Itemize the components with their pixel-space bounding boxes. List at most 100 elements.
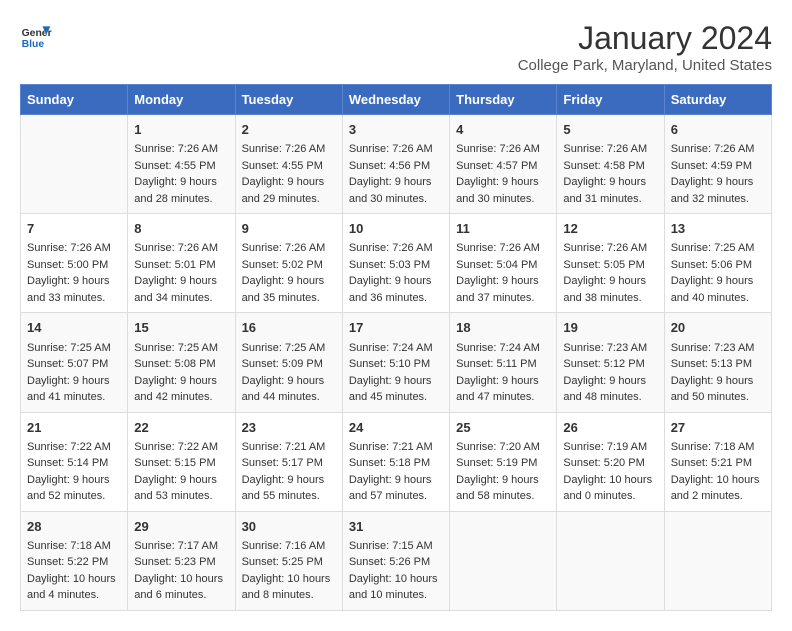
sunset-text: Sunset: 5:00 PM (27, 257, 121, 274)
day-number: 29 (134, 518, 228, 536)
sunrise-text: Sunrise: 7:26 AM (563, 141, 657, 158)
sunset-text: Sunset: 5:05 PM (563, 257, 657, 274)
table-row: 18Sunrise: 7:24 AMSunset: 5:11 PMDayligh… (450, 313, 557, 412)
table-row: 3 Sunrise: 7:26 AMSunset: 4:56 PMDaylight… (342, 115, 449, 214)
day-number: 22 (134, 419, 228, 437)
table-row (664, 511, 771, 610)
daylight-text: Daylight: 9 hours and 58 minutes. (456, 472, 550, 505)
day-info: Sunrise: 7:25 AMSunset: 5:06 PMDaylight:… (671, 240, 765, 306)
sunset-text: Sunset: 5:01 PM (134, 257, 228, 274)
table-row: 26Sunrise: 7:19 AMSunset: 5:20 PMDayligh… (557, 412, 664, 511)
day-number: 13 (671, 220, 765, 238)
day-number: 1 (134, 121, 228, 139)
daylight-text: Daylight: 9 hours and 44 minutes. (242, 373, 336, 406)
daylight-text: Daylight: 9 hours and 34 minutes. (134, 273, 228, 306)
day-info: Sunrise: 7:25 AMSunset: 5:09 PMDaylight:… (242, 340, 336, 406)
svg-text:Blue: Blue (22, 39, 45, 50)
day-info: Sunrise: 7:18 AMSunset: 5:22 PMDaylight:… (27, 538, 121, 604)
daylight-text: Daylight: 9 hours and 29 minutes. (242, 174, 336, 207)
day-info: Sunrise: 7:25 AMSunset: 5:07 PMDaylight:… (27, 340, 121, 406)
sunset-text: Sunset: 5:15 PM (134, 455, 228, 472)
sunrise-text: Sunrise: 7:26 AM (456, 141, 550, 158)
page-title: January 2024 (518, 20, 772, 57)
calendar-week-4: 21Sunrise: 7:22 AMSunset: 5:14 PMDayligh… (21, 412, 772, 511)
sunrise-text: Sunrise: 7:21 AM (349, 439, 443, 456)
day-info: Sunrise: 7:22 AMSunset: 5:15 PMDaylight:… (134, 439, 228, 505)
day-number: 7 (27, 220, 121, 238)
logo-icon: General Blue (20, 20, 52, 52)
table-row (450, 511, 557, 610)
day-number: 15 (134, 319, 228, 337)
calendar-week-2: 7Sunrise: 7:26 AMSunset: 5:00 PMDaylight… (21, 214, 772, 313)
daylight-text: Daylight: 9 hours and 47 minutes. (456, 373, 550, 406)
header: General Blue January 2024 College Park, … (20, 20, 772, 74)
table-row: 8Sunrise: 7:26 AMSunset: 5:01 PMDaylight… (128, 214, 235, 313)
sunset-text: Sunset: 5:22 PM (27, 554, 121, 571)
header-friday: Friday (557, 85, 664, 115)
day-number: 24 (349, 419, 443, 437)
table-row: 14Sunrise: 7:25 AMSunset: 5:07 PMDayligh… (21, 313, 128, 412)
sunrise-text: Sunrise: 7:24 AM (456, 340, 550, 357)
daylight-text: Daylight: 9 hours and 41 minutes. (27, 373, 121, 406)
table-row: 11Sunrise: 7:26 AMSunset: 5:04 PMDayligh… (450, 214, 557, 313)
table-row: 5Sunrise: 7:26 AMSunset: 4:58 PMDaylight… (557, 115, 664, 214)
sunrise-text: Sunrise: 7:20 AM (456, 439, 550, 456)
sunset-text: Sunset: 5:07 PM (27, 356, 121, 373)
sunset-text: Sunset: 5:13 PM (671, 356, 765, 373)
table-row: 17Sunrise: 7:24 AMSunset: 5:10 PMDayligh… (342, 313, 449, 412)
title-section: January 2024 College Park, Maryland, Uni… (518, 20, 772, 74)
daylight-text: Daylight: 9 hours and 50 minutes. (671, 373, 765, 406)
sunset-text: Sunset: 5:06 PM (671, 257, 765, 274)
daylight-text: Daylight: 9 hours and 57 minutes. (349, 472, 443, 505)
table-row: 20Sunrise: 7:23 AMSunset: 5:13 PMDayligh… (664, 313, 771, 412)
sunset-text: Sunset: 5:18 PM (349, 455, 443, 472)
table-row: 28 Sunrise: 7:18 AMSunset: 5:22 PMDayligh… (21, 511, 128, 610)
table-row: 12Sunrise: 7:26 AMSunset: 5:05 PMDayligh… (557, 214, 664, 313)
day-number: 5 (563, 121, 657, 139)
sunset-text: Sunset: 5:03 PM (349, 257, 443, 274)
table-row: 25 Sunrise: 7:20 AMSunset: 5:19 PMDayligh… (450, 412, 557, 511)
sunrise-text: Sunrise: 7:16 AM (242, 538, 336, 555)
day-number: 9 (242, 220, 336, 238)
daylight-text: Daylight: 9 hours and 48 minutes. (563, 373, 657, 406)
daylight-text: Daylight: 9 hours and 35 minutes. (242, 273, 336, 306)
table-row: 15Sunrise: 7:25 AMSunset: 5:08 PMDayligh… (128, 313, 235, 412)
day-number: 23 (242, 419, 336, 437)
table-row: 30Sunrise: 7:16 AMSunset: 5:25 PMDayligh… (235, 511, 342, 610)
daylight-text: Daylight: 9 hours and 28 minutes. (134, 174, 228, 207)
header-sunday: Sunday (21, 85, 128, 115)
calendar-header-row: Sunday Monday Tuesday Wednesday Thursday… (21, 85, 772, 115)
daylight-text: Daylight: 9 hours and 30 minutes. (349, 174, 443, 207)
day-info: Sunrise: 7:26 AMSunset: 4:57 PMDaylight:… (456, 141, 550, 207)
sunset-text: Sunset: 5:09 PM (242, 356, 336, 373)
sunset-text: Sunset: 5:20 PM (563, 455, 657, 472)
sunset-text: Sunset: 4:56 PM (349, 158, 443, 175)
day-info: Sunrise: 7:26 AMSunset: 4:56 PMDaylight:… (349, 141, 443, 207)
day-number: 17 (349, 319, 443, 337)
sunrise-text: Sunrise: 7:26 AM (563, 240, 657, 257)
header-monday: Monday (128, 85, 235, 115)
day-number: 3 (349, 121, 443, 139)
sunset-text: Sunset: 5:19 PM (456, 455, 550, 472)
day-number: 31 (349, 518, 443, 536)
day-info: Sunrise: 7:26 AMSunset: 5:00 PMDaylight:… (27, 240, 121, 306)
sunset-text: Sunset: 5:21 PM (671, 455, 765, 472)
sunrise-text: Sunrise: 7:24 AM (349, 340, 443, 357)
sunset-text: Sunset: 4:55 PM (134, 158, 228, 175)
day-info: Sunrise: 7:19 AMSunset: 5:20 PMDaylight:… (563, 439, 657, 505)
table-row: 23Sunrise: 7:21 AMSunset: 5:17 PMDayligh… (235, 412, 342, 511)
daylight-text: Daylight: 10 hours and 6 minutes. (134, 571, 228, 604)
sunset-text: Sunset: 5:02 PM (242, 257, 336, 274)
day-info: Sunrise: 7:26 AMSunset: 4:55 PMDaylight:… (242, 141, 336, 207)
day-info: Sunrise: 7:26 AMSunset: 4:59 PMDaylight:… (671, 141, 765, 207)
table-row: 10Sunrise: 7:26 AMSunset: 5:03 PMDayligh… (342, 214, 449, 313)
day-number: 16 (242, 319, 336, 337)
daylight-text: Daylight: 9 hours and 42 minutes. (134, 373, 228, 406)
day-info: Sunrise: 7:23 AMSunset: 5:12 PMDaylight:… (563, 340, 657, 406)
sunset-text: Sunset: 5:14 PM (27, 455, 121, 472)
day-number: 28 (27, 518, 121, 536)
day-number: 25 (456, 419, 550, 437)
daylight-text: Daylight: 9 hours and 38 minutes. (563, 273, 657, 306)
day-info: Sunrise: 7:16 AMSunset: 5:25 PMDaylight:… (242, 538, 336, 604)
day-number: 8 (134, 220, 228, 238)
